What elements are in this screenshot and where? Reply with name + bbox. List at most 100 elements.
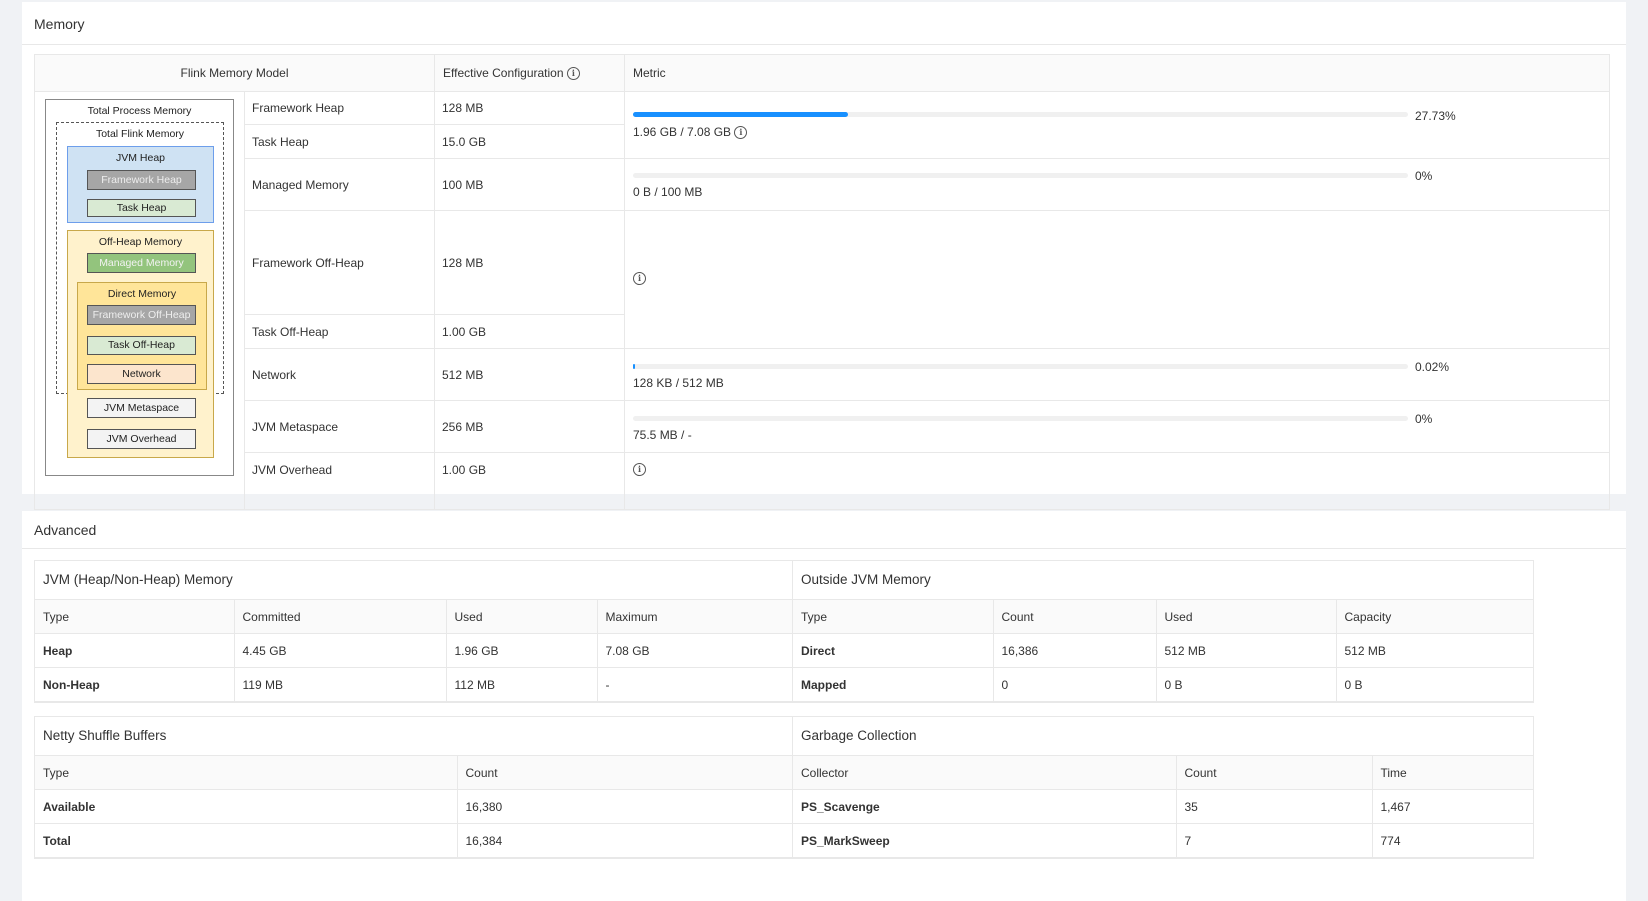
diagram-managed-memory: Managed Memory: [87, 253, 196, 273]
memory-table: Flink Memory Model Effective Configurati…: [34, 54, 1610, 510]
table-cell: Total: [35, 823, 458, 858]
table-row: Mapped 0 0 B 0 B: [793, 667, 1533, 702]
diagram-jvm-overhead: JVM Overhead: [87, 429, 196, 449]
table-cell: 4.45 GB: [234, 633, 447, 668]
table-cell: 119 MB: [234, 667, 447, 702]
table-cell: 16,386: [993, 633, 1157, 668]
metaspace-progress-bar: [633, 416, 1408, 421]
diagram-framework-heap: Framework Heap: [87, 170, 196, 190]
netty-shuffle-buffers-title: Netty Shuffle Buffers: [35, 717, 796, 756]
managed-percent: 0%: [1415, 169, 1433, 183]
memory-card-title: Memory: [22, 2, 1626, 45]
netty-shuffle-buffers-table: Netty Shuffle Buffers Type Count Availab…: [34, 716, 797, 859]
table-cell: Mapped: [793, 667, 994, 702]
table-row: Non-Heap 119 MB 112 MB -: [35, 667, 796, 702]
jvm-memory-table: JVM (Heap/Non-Heap) Memory Type Committe…: [34, 560, 797, 703]
column-header: Maximum: [597, 600, 796, 634]
table-row: Heap 4.45 GB 1.96 GB 7.08 GB: [35, 633, 796, 668]
table-cell: 7: [1176, 823, 1373, 858]
row-label-jvm-overhead: JVM Overhead: [252, 462, 333, 477]
diagram-jvm-heap: JVM Heap Framework Heap Task Heap: [67, 146, 214, 223]
advanced-card-title: Advanced: [22, 511, 1626, 549]
off-heap-info: i: [633, 271, 646, 286]
table-cell: Direct: [793, 633, 994, 668]
heap-usage-text: 1.96 GB / 7.08 GB: [633, 125, 732, 139]
row-value-task-off-heap: 1.00 GB: [442, 324, 487, 339]
managed-progress-bar: [633, 173, 1408, 178]
table-cell: PS_Scavenge: [793, 789, 1177, 824]
table-cell: Non-Heap: [35, 667, 235, 702]
row-value-jvm-metaspace: 256 MB: [442, 419, 484, 434]
heap-usage: 1.96 GB / 7.08 GB i: [633, 125, 748, 140]
heap-progress-bar: [633, 112, 1408, 117]
jvm-overhead-info: i: [633, 462, 646, 477]
table-row: Direct 16,386 512 MB 512 MB: [793, 633, 1533, 668]
row-value-framework-off-heap: 128 MB: [442, 255, 484, 270]
row-label-task-heap: Task Heap: [252, 134, 309, 149]
row-label-framework-heap: Framework Heap: [252, 100, 345, 115]
table-header-row: Type Committed Used Maximum: [35, 600, 796, 634]
column-header: Type: [35, 600, 235, 634]
table-cell: 16,384: [457, 823, 796, 858]
diagram-off-heap-label: Off-Heap Memory: [98, 236, 183, 248]
memory-card: Memory Flink Memory Model Effective Conf…: [22, 2, 1626, 510]
diagram-task-heap: Task Heap: [87, 199, 196, 217]
diagram-total-flink-label: Total Flink Memory: [95, 128, 185, 140]
row-label-managed-memory: Managed Memory: [252, 177, 349, 192]
table-cell: 512 MB: [1336, 633, 1533, 668]
table-cell: 1.96 GB: [446, 633, 598, 668]
metaspace-percent: 0%: [1415, 412, 1433, 426]
row-value-framework-heap: 128 MB: [442, 100, 484, 115]
row-label-framework-off-heap: Framework Off-Heap: [252, 255, 364, 270]
header-config: Effective Configuration i: [443, 55, 623, 91]
table-row: Available 16,380: [35, 789, 796, 824]
header-metric: Metric: [633, 66, 666, 80]
info-icon[interactable]: i: [633, 463, 646, 477]
table-header-row: Type Count: [35, 756, 796, 790]
table-header-row: Type Count Used Capacity: [793, 600, 1533, 634]
network-percent: 0.02%: [1415, 360, 1450, 374]
outside-jvm-memory-table: Outside JVM Memory Type Count Used Capac…: [792, 560, 1534, 703]
info-icon[interactable]: i: [566, 67, 580, 81]
diagram-jvm-metaspace: JVM Metaspace: [87, 398, 196, 418]
row-value-jvm-overhead: 1.00 GB: [442, 462, 487, 477]
column-header: Capacity: [1336, 600, 1533, 634]
divider: [244, 91, 245, 509]
metaspace-usage: 75.5 MB / -: [633, 428, 692, 442]
header-config-label: Effective Configuration: [443, 66, 564, 80]
row-value-task-heap: 15.0 GB: [442, 134, 487, 149]
table-row: Total 16,384: [35, 823, 796, 858]
column-header: Time: [1372, 756, 1533, 790]
column-header: Collector: [793, 756, 1177, 790]
diagram-framework-off-heap: Framework Off-Heap: [87, 305, 196, 325]
garbage-collection-table: Garbage Collection Collector Count Time …: [792, 716, 1534, 859]
column-header: Count: [1176, 756, 1373, 790]
diagram-direct-memory-label: Direct Memory: [107, 288, 177, 300]
column-header: Committed: [234, 600, 447, 634]
table-header-row: Collector Count Time: [793, 756, 1533, 790]
row-label-jvm-metaspace: JVM Metaspace: [252, 419, 339, 434]
column-header: Type: [793, 600, 994, 634]
table-cell: 774: [1372, 823, 1533, 858]
table-cell: 0 B: [1156, 667, 1337, 702]
table-cell: 512 MB: [1156, 633, 1337, 668]
table-cell: 0 B: [1336, 667, 1533, 702]
table-cell: 1,467: [1372, 789, 1533, 824]
diagram-off-heap: Off-Heap Memory Managed Memory Direct Me…: [67, 230, 214, 458]
info-icon[interactable]: i: [734, 126, 748, 140]
table-cell: PS_MarkSweep: [793, 823, 1177, 858]
info-icon[interactable]: i: [633, 272, 646, 286]
network-progress-bar: [633, 364, 1408, 369]
heap-percent: 27.73%: [1415, 109, 1456, 123]
table-cell: 112 MB: [446, 667, 598, 702]
jvm-memory-title: JVM (Heap/Non-Heap) Memory: [35, 561, 796, 600]
network-progress-fill: [633, 364, 636, 369]
advanced-card: Advanced JVM (Heap/Non-Heap) Memory Type…: [22, 511, 1626, 901]
heap-progress-fill: [633, 112, 848, 117]
row-label-network: Network: [252, 367, 297, 382]
table-row: PS_Scavenge 35 1,467: [793, 789, 1533, 824]
table-cell: Available: [35, 789, 458, 824]
diagram-direct-memory: Direct Memory Framework Off-Heap Task Of…: [77, 282, 207, 390]
table-cell: Heap: [35, 633, 235, 668]
diagram-jvm-heap-label: JVM Heap: [115, 152, 166, 164]
